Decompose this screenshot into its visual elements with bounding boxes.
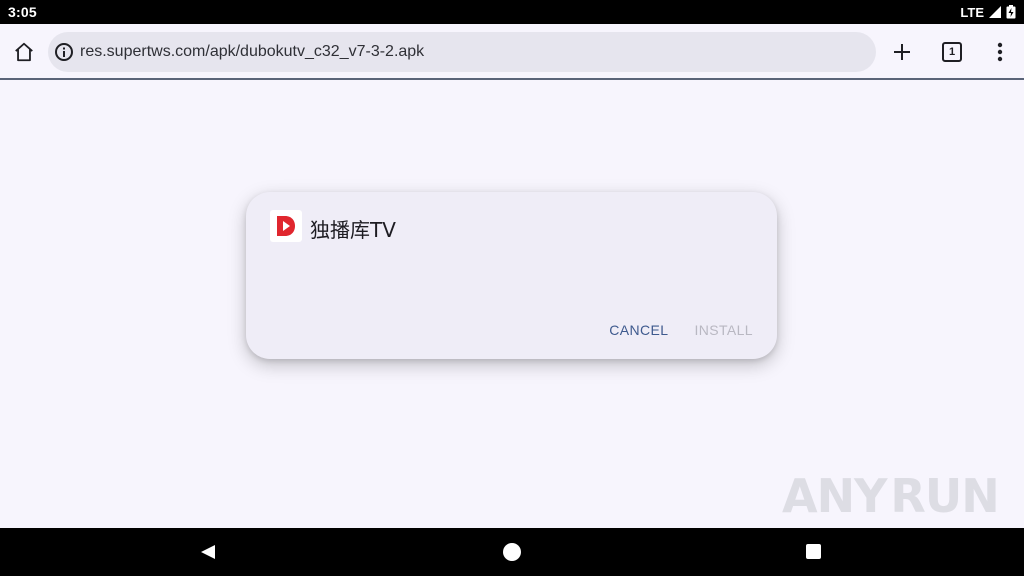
home-circle-icon[interactable] [503, 543, 521, 561]
tab-count: 1 [948, 46, 956, 58]
app-logo-icon [277, 216, 295, 236]
status-icons: LTE [960, 5, 1016, 20]
dubokutv-app-icon [270, 210, 302, 242]
battery-icon [1006, 5, 1016, 19]
address-bar[interactable]: res.supertws.com/apk/dubokutv_c32_v7-3-2… [48, 32, 876, 72]
dialog-actions: CANCEL INSTALL [609, 322, 753, 338]
status-time: 3:05 [8, 4, 37, 20]
site-info-button[interactable] [54, 42, 74, 62]
menu-button[interactable] [986, 38, 1014, 66]
browser-toolbar: res.supertws.com/apk/dubokutv_c32_v7-3-2… [0, 24, 1024, 80]
new-tab-button[interactable] [888, 38, 916, 66]
navigation-bar [0, 528, 1024, 576]
signal-icon [989, 6, 1001, 18]
tab-switcher-icon: 1 [942, 42, 962, 62]
home-button[interactable] [10, 38, 38, 66]
more-vert-icon [997, 42, 1003, 62]
back-icon[interactable] [198, 542, 218, 562]
info-icon [55, 43, 73, 61]
app-name: 独播库TV [310, 218, 396, 242]
tab-switcher-button[interactable]: 1 [938, 38, 966, 66]
cancel-button[interactable]: CANCEL [609, 322, 668, 338]
status-bar: 3:05 LTE [0, 0, 1024, 24]
plus-icon [894, 44, 910, 60]
home-icon [15, 42, 33, 62]
anyrun-watermark: ANY RUN [782, 466, 1000, 526]
watermark-text-left: ANY [782, 469, 887, 523]
watermark-text-right: RUN [890, 469, 999, 523]
url-text: res.supertws.com/apk/dubokutv_c32_v7-3-2… [80, 43, 425, 60]
recents-icon[interactable] [806, 544, 821, 559]
network-type: LTE [960, 4, 984, 20]
install-dialog: 独播库TV CANCEL INSTALL [246, 192, 777, 359]
install-button[interactable]: INSTALL [694, 322, 753, 338]
